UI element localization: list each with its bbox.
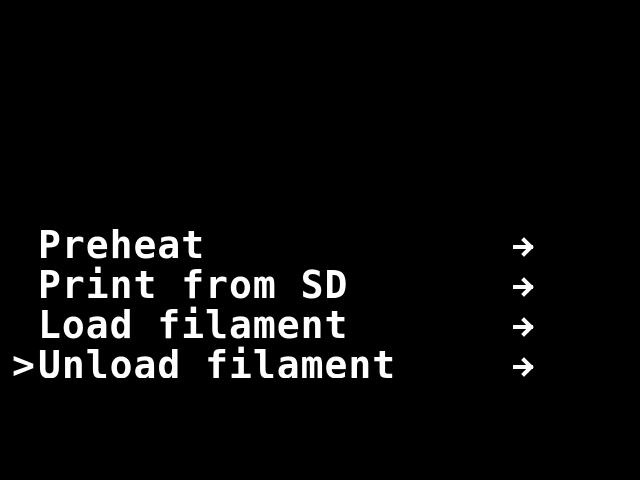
arrow-right-icon xyxy=(512,314,538,340)
menu-item-label: Load filament xyxy=(38,303,349,347)
lcd-screen: Preheat Print from SD Load filament > Un… xyxy=(0,0,640,480)
menu-item-load-filament[interactable]: Load filament xyxy=(0,304,640,344)
arrow-right-icon xyxy=(512,274,538,300)
menu-item-print-from-sd[interactable]: Print from SD xyxy=(0,264,640,304)
arrow-right-icon xyxy=(512,354,538,380)
menu-item-preheat[interactable]: Preheat xyxy=(0,224,640,264)
main-menu: Preheat Print from SD Load filament > Un… xyxy=(0,224,640,384)
menu-item-unload-filament[interactable]: > Unload filament xyxy=(0,344,640,384)
arrow-right-icon xyxy=(512,234,538,260)
menu-item-label: Unload filament xyxy=(38,346,397,378)
menu-item-label: Print from SD xyxy=(38,263,349,307)
menu-item-label: Preheat xyxy=(38,223,206,267)
selection-cursor: > xyxy=(12,343,35,387)
